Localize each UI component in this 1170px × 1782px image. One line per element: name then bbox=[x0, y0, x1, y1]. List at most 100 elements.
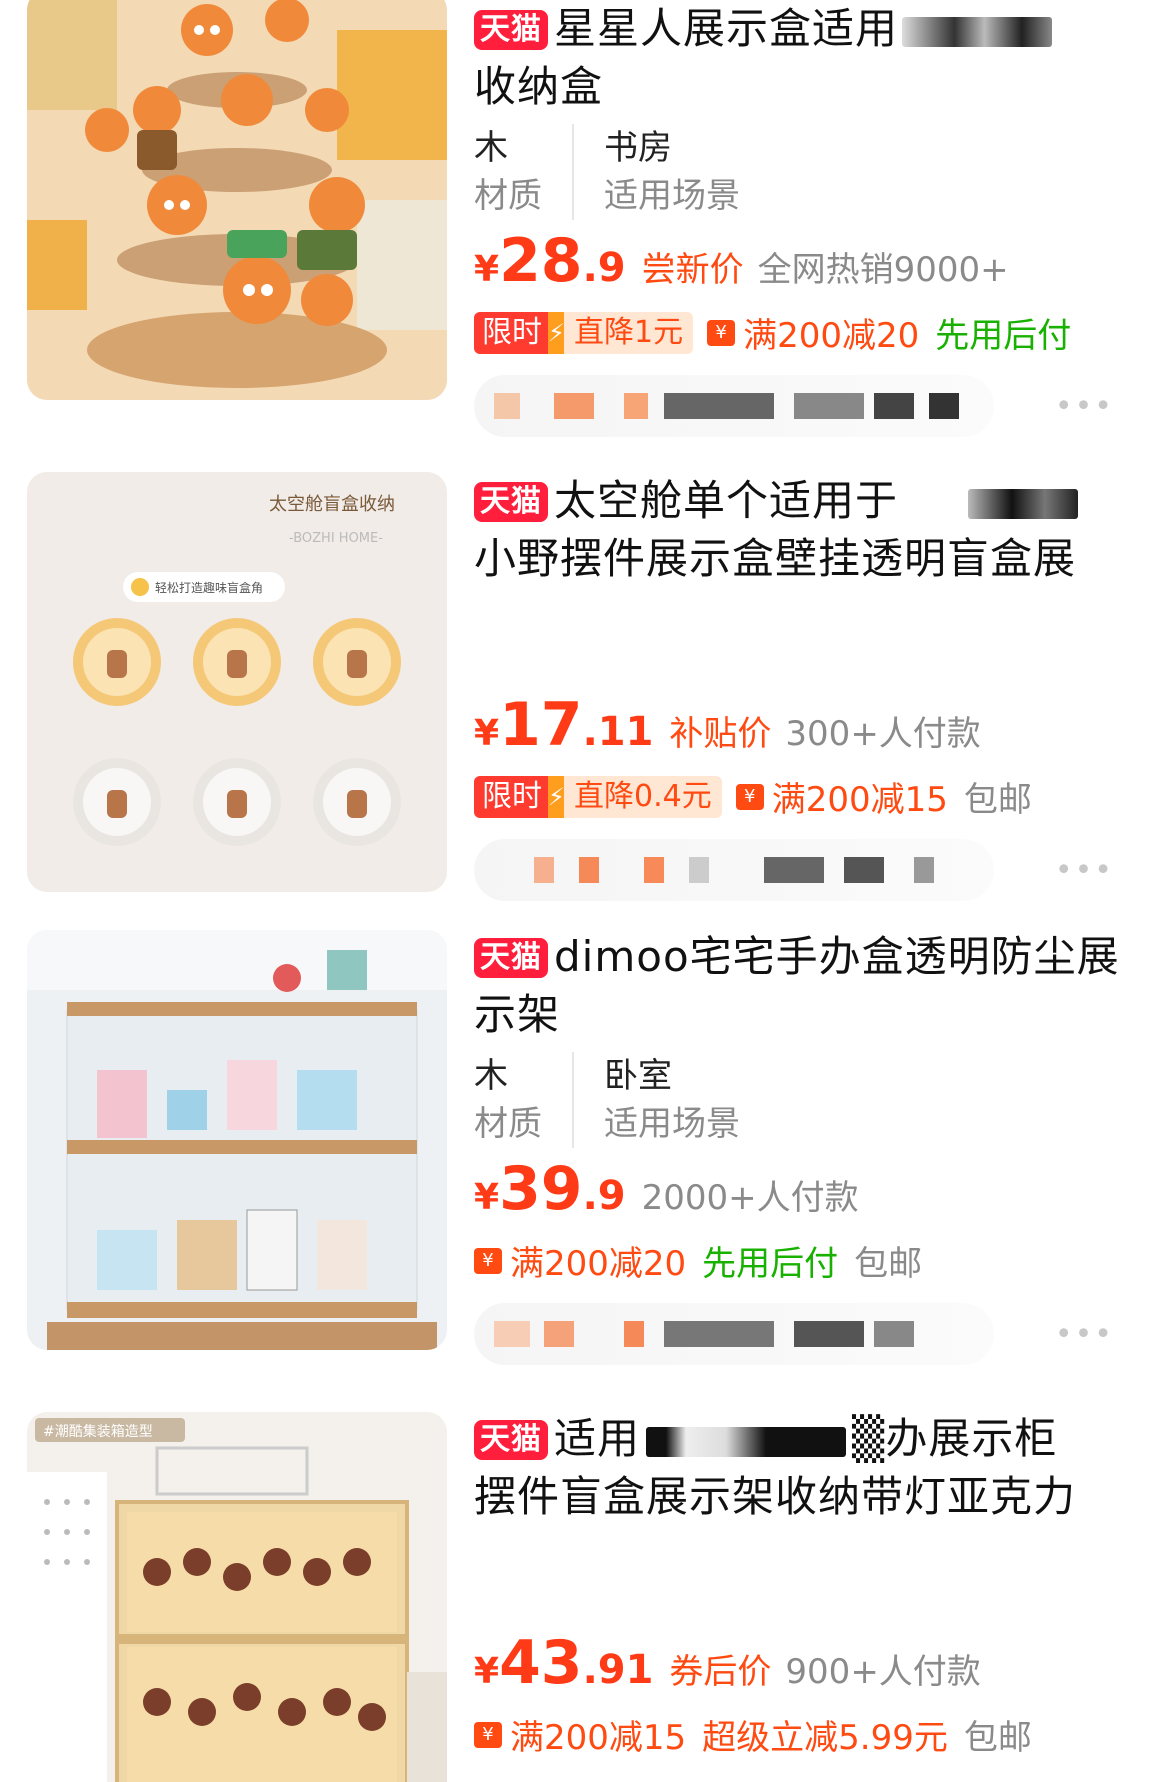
lightning-icon: ⚡ bbox=[548, 775, 565, 818]
limited-label: 限时 bbox=[474, 311, 548, 354]
blurred-text bbox=[968, 488, 1079, 519]
attribute-key: 适用场景 bbox=[604, 1104, 740, 1144]
currency-symbol: ¥ bbox=[474, 249, 500, 290]
product-title[interactable]: 天猫 dimoo宅宅手办盒透明防尘展 示架 bbox=[474, 928, 1154, 1044]
title-text: 适用 bbox=[554, 1414, 641, 1463]
blurred-block bbox=[664, 393, 774, 419]
price-decimal: .9 bbox=[582, 1173, 626, 1219]
product-image[interactable] bbox=[27, 930, 447, 1350]
price-integer: 43 bbox=[499, 1628, 583, 1698]
product-image[interactable] bbox=[27, 0, 447, 400]
limited-discount: 直降1元 bbox=[564, 311, 694, 354]
more-dots-icon[interactable]: ••• bbox=[1055, 1317, 1114, 1352]
currency-symbol: ¥ bbox=[474, 713, 500, 754]
product-image[interactable]: 太空舱盲盒收纳 -BOZHI HOME- 轻松打造趣味盲盒角 bbox=[27, 472, 447, 892]
coupon-text: 满200减20 bbox=[510, 1244, 687, 1284]
image-caption: 太空舱盲盒收纳 bbox=[269, 494, 395, 515]
attribute-value: 卧室 bbox=[604, 1056, 672, 1096]
product-title[interactable]: 天猫 适用 ▒办展示柜 摆件盲盒展示架收纳带灯亚克力 bbox=[474, 1410, 1154, 1526]
promo-row: ¥ 满200减15 超级立减5.99元 包邮 bbox=[474, 1710, 1154, 1759]
product-card[interactable]: #潮酷集装箱造型 天猫 适用 ▒办展示柜 摆件盲盒展示架收纳带灯亚克力 ¥ 43 .… bbox=[0, 1410, 1170, 1782]
store-row[interactable]: ••• bbox=[474, 375, 1154, 445]
price-integer: 39 bbox=[499, 1154, 583, 1224]
attribute-list: 木 材质 书房 适用场景 bbox=[474, 124, 1154, 220]
blurred-block bbox=[764, 857, 824, 883]
limited-label: 限时 bbox=[474, 775, 548, 818]
blurred-block bbox=[874, 393, 914, 419]
attribute-value: 木 bbox=[474, 1056, 508, 1096]
blurred-block bbox=[689, 857, 709, 883]
price-row: ¥ 17 .11 补贴价 300+人付款 bbox=[474, 690, 1154, 760]
coupon-text: 满200减15 bbox=[771, 780, 948, 820]
sales-count: 900+人付款 bbox=[785, 1652, 981, 1692]
blurred-block bbox=[914, 857, 934, 883]
attribute-key: 适用场景 bbox=[604, 176, 740, 216]
pay-later-tag: 先用后付 bbox=[935, 316, 1072, 356]
pay-later-tag: 先用后付 bbox=[702, 1244, 839, 1284]
currency-symbol: ¥ bbox=[474, 1651, 500, 1692]
price-integer: 28 bbox=[499, 226, 583, 296]
blurred-block bbox=[874, 1321, 914, 1347]
blurred-block bbox=[794, 393, 864, 419]
space-capsule-display-image: 太空舱盲盒收纳 -BOZHI HOME- 轻松打造趣味盲盒角 bbox=[27, 472, 447, 892]
more-dots-icon[interactable]: ••• bbox=[1055, 853, 1114, 888]
product-title[interactable]: 天猫 星星人展示盒适用 收纳盒 bbox=[474, 0, 1154, 116]
sales-count: 全网热销9000+ bbox=[757, 250, 1009, 290]
product-info[interactable]: 天猫 星星人展示盒适用 收纳盒 木 材质 书房 适用场景 ¥ 28 .9 尝新价 … bbox=[474, 0, 1154, 445]
currency-symbol: ¥ bbox=[474, 1177, 500, 1218]
title-text-line2: 摆件盲盒展示架收纳带灯亚克力 bbox=[474, 1472, 1077, 1521]
product-info[interactable]: 天猫 dimoo宅宅手办盒透明防尘展 示架 木 材质 卧室 适用场景 ¥ 39 .… bbox=[474, 928, 1154, 1373]
coupon-icon: ¥ bbox=[474, 1247, 502, 1274]
attribute-key: 材质 bbox=[474, 1104, 542, 1144]
free-shipping-tag: 包邮 bbox=[963, 1718, 1032, 1758]
promo-row: ¥ 满200减20 先用后付 包邮 bbox=[474, 1236, 1154, 1285]
lightning-icon: ⚡ bbox=[548, 311, 565, 354]
blurred-block bbox=[624, 1321, 644, 1347]
price-row: ¥ 28 .9 尝新价 全网热销9000+ bbox=[474, 226, 1154, 296]
image-brand: -BOZHI HOME- bbox=[289, 531, 383, 546]
price-decimal: .9 bbox=[582, 245, 626, 291]
attribute-value: 木 bbox=[474, 128, 508, 168]
product-card[interactable]: 太空舱盲盒收纳 -BOZHI HOME- 轻松打造趣味盲盒角 天猫 太空舱单个适用… bbox=[0, 472, 1170, 928]
title-text-line2: 小野摆件展示盒壁挂透明盲盒展 bbox=[474, 534, 1077, 583]
promo-row: 限时 ⚡ 直降1元 ¥ 满200减20 先用后付 bbox=[474, 308, 1154, 357]
price-tag: 券后价 bbox=[669, 1652, 772, 1692]
store-info-blurred[interactable] bbox=[474, 375, 994, 437]
toy-figures-display-image bbox=[27, 0, 447, 400]
store-row[interactable]: ••• bbox=[474, 1303, 1154, 1373]
store-info-blurred[interactable] bbox=[474, 1303, 994, 1365]
blurred-text bbox=[902, 16, 1053, 47]
product-image[interactable]: #潮酷集装箱造型 bbox=[27, 1412, 447, 1782]
tmall-badge: 天猫 bbox=[474, 938, 548, 978]
limited-time-badge: 限时 ⚡ 直降0.4元 bbox=[474, 775, 722, 818]
price-tag: 尝新价 bbox=[641, 250, 744, 290]
more-dots-icon[interactable]: ••• bbox=[1055, 389, 1114, 424]
promo-row: 限时 ⚡ 直降0.4元 ¥ 满200减15 包邮 bbox=[474, 772, 1154, 821]
product-info[interactable]: 天猫 太空舱单个适用于 小野摆件展示盒壁挂透明盲盒展 ¥ 17 .11 补贴价 3… bbox=[474, 472, 1154, 909]
product-card[interactable]: 天猫 dimoo宅宅手办盒透明防尘展 示架 木 材质 卧室 适用场景 ¥ 39 .… bbox=[0, 928, 1170, 1384]
blurred-block bbox=[929, 393, 959, 419]
product-title[interactable]: 天猫 太空舱单个适用于 小野摆件展示盒壁挂透明盲盒展 bbox=[474, 472, 1154, 588]
image-tag: #潮酷集装箱造型 bbox=[43, 1423, 153, 1440]
attribute-material: 木 材质 bbox=[474, 124, 574, 220]
coupon-icon: ¥ bbox=[474, 1721, 502, 1748]
title-text-tail: ▒办展示柜 bbox=[852, 1414, 1058, 1463]
title-text: 太空舱单个适用于 bbox=[554, 476, 899, 525]
blurred-block bbox=[624, 393, 648, 419]
product-card[interactable]: 天猫 星星人展示盒适用 收纳盒 木 材质 书房 适用场景 ¥ 28 .9 尝新价 … bbox=[0, 0, 1170, 456]
store-row[interactable]: ••• bbox=[474, 839, 1154, 909]
price-integer: 17 bbox=[499, 690, 583, 760]
title-text: 星星人展示盒适用 bbox=[554, 4, 899, 53]
sales-count: 2000+人付款 bbox=[641, 1178, 859, 1218]
attribute-scene: 书房 适用场景 bbox=[604, 124, 770, 220]
blurred-block bbox=[794, 1321, 864, 1347]
limited-time-badge: 限时 ⚡ 直降1元 bbox=[474, 311, 694, 354]
blurred-text bbox=[646, 1426, 847, 1457]
title-text-line2: 示架 bbox=[474, 990, 561, 1039]
product-info[interactable]: 天猫 适用 ▒办展示柜 摆件盲盒展示架收纳带灯亚克力 ¥ 43 .91 券后价 90… bbox=[474, 1410, 1154, 1759]
image-bubble: 轻松打造趣味盲盒角 bbox=[155, 580, 263, 595]
store-info-blurred[interactable] bbox=[474, 839, 994, 901]
free-shipping-tag: 包邮 bbox=[854, 1244, 923, 1284]
price-decimal: .11 bbox=[582, 709, 654, 755]
blurred-block bbox=[554, 393, 594, 419]
